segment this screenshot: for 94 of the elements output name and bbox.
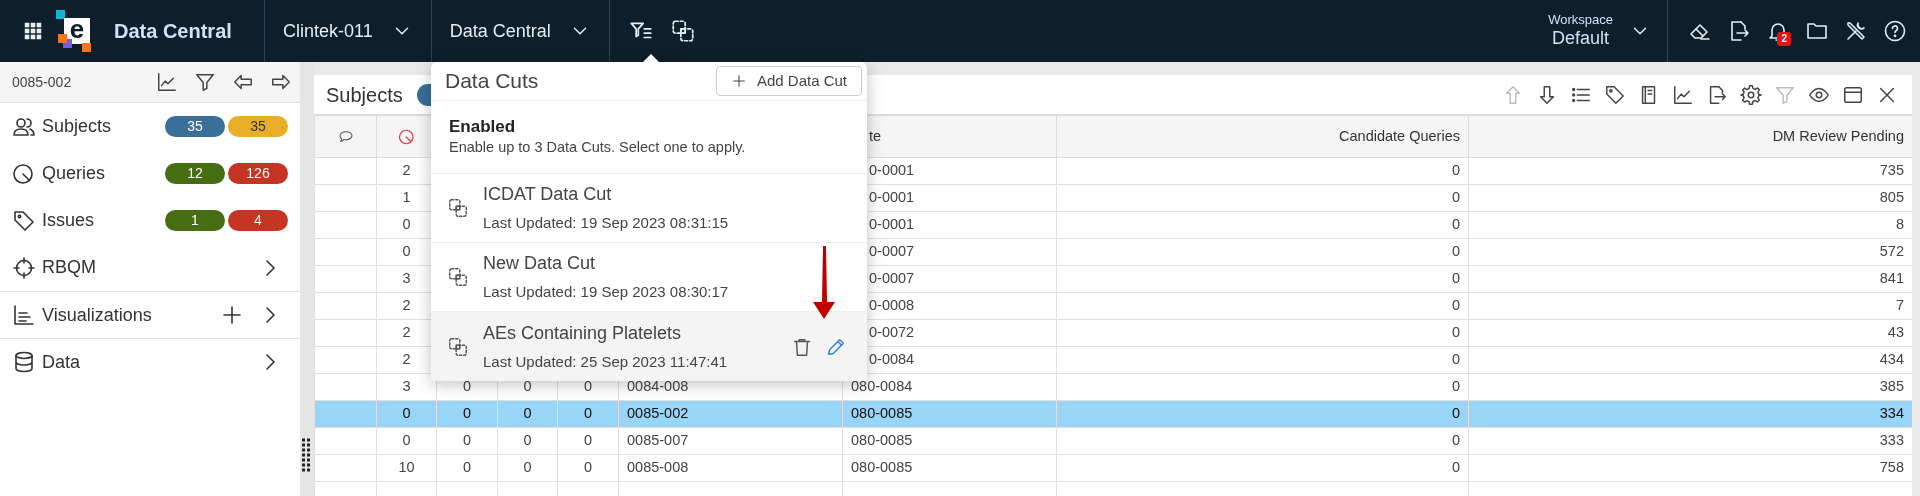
- table-cell: 0: [1056, 454, 1469, 482]
- table-cell: 0: [497, 454, 558, 482]
- query-icon: [397, 127, 416, 146]
- table-cell: 0: [1056, 346, 1469, 374]
- table-cell: 0: [557, 427, 619, 455]
- workspace-dropdown[interactable]: Workspace Default: [1532, 0, 1667, 62]
- table-cell: 0: [1056, 319, 1469, 347]
- target-icon: [12, 255, 36, 280]
- table-cell: 0: [1056, 292, 1469, 320]
- data-cut-item[interactable]: AEs Containing Platelets Last Updated: 25 Sep 2023 11:47:41: [431, 312, 867, 381]
- apps-menu-button[interactable]: [22, 20, 44, 42]
- table-cell: 10: [376, 454, 437, 482]
- sidebar-item[interactable]: RBQM: [0, 244, 300, 291]
- dashed-squares-icon: [447, 197, 469, 219]
- table-cell: 0: [1056, 400, 1469, 428]
- sidebar-item-label: Issues: [42, 209, 96, 232]
- help-icon: [1882, 19, 1907, 43]
- plus-icon: [730, 73, 747, 89]
- column-header[interactable]: Candidate Queries: [1056, 115, 1469, 158]
- data-cut-item[interactable]: ICDAT Data Cut Last Updated: 19 Sep 2023 08:31:15: [431, 174, 867, 243]
- table-row[interactable]: 10 0 0 0 0085-008 080-0085 0 758: [314, 454, 1912, 482]
- settings-icon: [1740, 83, 1762, 106]
- sidebar-item[interactable]: Data: [0, 338, 300, 385]
- table-cell: 0: [1056, 265, 1469, 293]
- workspace-label: Workspace: [1548, 13, 1613, 29]
- count-badge: 35: [228, 116, 288, 137]
- chart-icon: [12, 303, 36, 327]
- section-hint: Enable up to 3 Data Cuts. Select one to apply.: [449, 138, 747, 158]
- table-cell: 0: [1056, 427, 1469, 455]
- line-chart-icon: [156, 71, 178, 93]
- table-cell: 080-0085: [842, 454, 1057, 482]
- table-cell: 080-0085: [842, 400, 1057, 428]
- sidebar-item[interactable]: Visualizations: [0, 291, 300, 338]
- table-cell: 0085-008: [618, 454, 843, 482]
- sidebar-item[interactable]: Queries 12 126: [0, 150, 300, 197]
- table-row[interactable]: 0 0 0 0 0085-002 080-0085 0 334: [314, 400, 1912, 428]
- dashed-squares-icon: [447, 266, 469, 288]
- grip-icon[interactable]: [302, 437, 310, 473]
- app-logo: e: [56, 10, 94, 52]
- table-cell: 334: [1468, 400, 1912, 428]
- sidebar-item-label: RBQM: [42, 256, 97, 279]
- subject-id: 0085-002: [12, 72, 73, 92]
- tag-icon: [1604, 83, 1626, 106]
- data-cut-name: ICDAT Data Cut: [483, 183, 613, 207]
- database-icon: [12, 350, 36, 374]
- table-cell: 0085-002: [618, 400, 843, 428]
- sidebar-item-label: Subjects: [42, 115, 113, 138]
- popup-title: Data Cuts: [445, 68, 539, 95]
- sidebar-item[interactable]: Subjects 35 35: [0, 103, 300, 150]
- data-cut-name: AEs Containing Platelets: [483, 321, 683, 345]
- table-cell: 0: [436, 427, 498, 455]
- count-badge: 126: [228, 163, 288, 184]
- context-dropdown[interactable]: Data Central: [431, 0, 609, 62]
- section-title: Enabled: [449, 117, 517, 138]
- sidebar-item-label: Queries: [42, 162, 107, 185]
- count-badge: 4: [228, 210, 288, 231]
- line-chart-icon: [1672, 83, 1694, 106]
- query-icon: [12, 161, 36, 186]
- table-cell: 0: [1056, 373, 1469, 401]
- dashed-squares-icon: [447, 335, 469, 358]
- table-cell: 0: [376, 427, 437, 455]
- notifications-button[interactable]: 2: [1758, 11, 1797, 51]
- tag-icon: [12, 208, 36, 233]
- panel-title: Subjects: [326, 82, 403, 108]
- table-cell: 080-0085: [842, 427, 1057, 455]
- data-cuts-button[interactable]: [669, 18, 696, 44]
- sidebar-item-label: Visualizations: [42, 303, 153, 327]
- add-data-cut-button[interactable]: Add Data Cut: [715, 65, 862, 97]
- count-badge: 12: [165, 163, 225, 184]
- table-cell: 0: [1056, 157, 1469, 185]
- count-badge: 1: [165, 210, 225, 231]
- apps-grid-icon: [22, 20, 44, 42]
- filter-icon: [194, 71, 216, 93]
- sidebar-item-label: Data: [42, 350, 82, 374]
- column-header[interactable]: DM Review Pending: [1468, 115, 1912, 158]
- app-title: Data Central: [114, 19, 233, 44]
- notification-badge: 2: [1777, 32, 1791, 46]
- table-row[interactable]: 0 0 0 0 0085-007 080-0085 0 333: [314, 427, 1912, 455]
- workspace-value: Default: [1552, 28, 1610, 49]
- table-cell: 0: [1056, 184, 1469, 212]
- table-cell: 0085-007: [618, 427, 843, 455]
- table-cell: 0: [497, 427, 558, 455]
- dashed-squares-icon: [669, 18, 696, 44]
- last-updated-text: Last Updated: 19 Sep 2023 08:31:15: [483, 213, 730, 234]
- count-badge: 35: [165, 116, 225, 137]
- table-cell: 0: [1056, 211, 1469, 239]
- sidebar-item[interactable]: Issues 1 4: [0, 197, 300, 244]
- table-cell: 0: [1056, 238, 1469, 266]
- table-cell: 0: [557, 454, 619, 482]
- comment-icon: [337, 128, 354, 145]
- plus-icon[interactable]: [220, 303, 244, 327]
- context-dropdown[interactable]: Clintek-011: [265, 0, 431, 62]
- table-cell: 0: [436, 454, 498, 482]
- last-updated-text: Last Updated: 25 Sep 2023 11:47:41: [483, 351, 729, 372]
